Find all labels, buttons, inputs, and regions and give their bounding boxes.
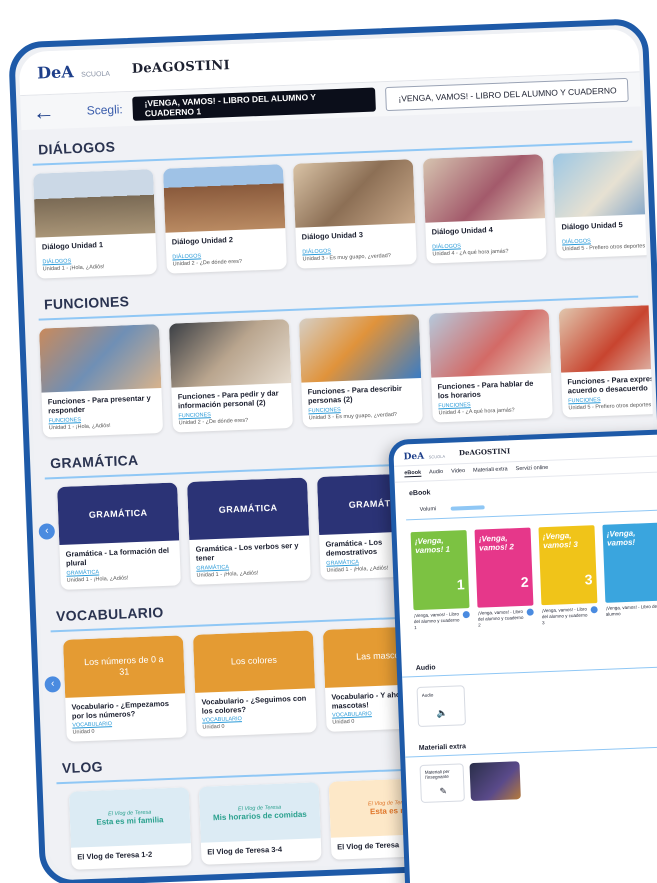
- video-thumbnail: [422, 154, 546, 223]
- book-cover-title: ¡Venga, vamos! 3: [542, 531, 579, 551]
- card-title: El Vlog de Teresa 3-4: [207, 844, 283, 857]
- menu-item-servizi-online[interactable]: Servizi online: [516, 465, 549, 473]
- video-thumbnail: [558, 304, 657, 373]
- audio-card-label: Audio: [421, 691, 434, 698]
- video-card[interactable]: Diálogo Unidad 3 DIÁLOGOS Unidad 3 - Es …: [292, 159, 417, 269]
- book-cover-title: ¡Venga, vamos!: [606, 528, 636, 548]
- extra-card[interactable]: Materiali per l'insegnante ✎: [419, 762, 465, 803]
- ebook-item[interactable]: ¡Venga, vamos! 3 3 ¡Venga, vamos! - Libr…: [538, 525, 598, 626]
- overlay-dea-logo[interactable]: DeA SCUOLA: [403, 444, 445, 464]
- audio-heading: Audio: [401, 646, 657, 678]
- audio-card[interactable]: Audio 🔈: [416, 684, 466, 727]
- video-thumbnail: [162, 164, 286, 233]
- secondary-screen: DeA SCUOLA DeAGOSTINI eBook Audio Video …: [388, 428, 657, 883]
- book-cover-title: ¡Venga, vamos! 1: [414, 535, 451, 556]
- video-card[interactable]: Diálogo Unidad 1 DIÁLOGOS Unidad 1 - ¡Ho…: [33, 169, 158, 279]
- vlog-episode-label: Esta es mi familia: [96, 814, 164, 827]
- chevron-left-icon[interactable]: ‹: [44, 675, 61, 693]
- book-caption: ¡Venga, vamos! - Libro del alumno y cuad…: [541, 603, 598, 626]
- video-thumbnail: [428, 309, 552, 378]
- extra-card-label: Materiali per l'insegnante: [424, 768, 450, 780]
- video-card[interactable]: Funciones - Para hablar de los horarios …: [428, 309, 553, 423]
- book-cover: ¡Venga, vamos!: [602, 522, 657, 603]
- vlog-thumbnail: El Vlog de Teresa Esta es mi familia: [68, 787, 191, 849]
- video-thumbnail: [33, 169, 156, 238]
- info-icon[interactable]: [462, 610, 470, 619]
- card-thumbnail-label: GRAMÁTICA: [57, 482, 180, 545]
- volumi-label: Volumi: [419, 506, 437, 513]
- section-dialogos: DIÁLOGOS Diálogo Unidad 1 DIÁLOGOS Unida…: [21, 106, 657, 285]
- book-cover-number: 1: [456, 576, 465, 593]
- dialogos-cards: Diálogo Unidad 1 DIÁLOGOS Unidad 1 - ¡Ho…: [33, 149, 657, 279]
- book-cover-title: ¡Venga, vamos! 2: [478, 533, 515, 553]
- logo-scuola-text: SCUOLA: [81, 70, 111, 79]
- select-label: Scegli:: [86, 102, 123, 118]
- video-card[interactable]: Los colores Vocabulario - ¿Seguimos con …: [192, 629, 317, 738]
- video-thumbnail: [39, 324, 162, 393]
- menu-item-video[interactable]: Video: [451, 468, 465, 476]
- dea-scuola-logo[interactable]: DeA SCUOLA: [37, 60, 110, 83]
- card-thumbnail-label: Los números de 0 a 31: [62, 634, 186, 698]
- video-card[interactable]: Funciones - Para pedir y dar información…: [168, 319, 294, 433]
- video-thumbnail: [298, 314, 422, 383]
- book-cover-number: 3: [584, 571, 593, 588]
- book-option[interactable]: ¡VENGA, VAMOS! - LIBRO DEL ALUMNO Y CUAD…: [384, 77, 629, 112]
- video-card[interactable]: Los números de 0 a 31 Vocabulario - ¿Emp…: [62, 634, 187, 743]
- ebook-item[interactable]: ¡Venga, vamos! 1 1 ¡Venga, vamos! - Libr…: [410, 530, 471, 631]
- overlay-deagostini-logo[interactable]: DeAGOSTINI: [459, 446, 511, 457]
- book-cover: ¡Venga, vamos! 1 1: [410, 530, 470, 611]
- video-card[interactable]: Funciones - Para describir personas (2) …: [298, 314, 423, 428]
- book-caption: ¡Venga, vamos! - Libro del alumno y cuad…: [478, 606, 535, 629]
- book-option-selected[interactable]: ¡VENGA, VAMOS! - LIBRO DEL ALUMNO Y CUAD…: [132, 87, 376, 121]
- video-card[interactable]: El Vlog de Teresa Mis horarios de comida…: [198, 782, 322, 866]
- video-card[interactable]: Diálogo Unidad 5 DIÁLOGOS Unidad 5 - Pre…: [552, 149, 657, 259]
- logo-dea-text: DeA: [403, 451, 425, 462]
- book-caption-text: ¡Venga, vamos! - Libro del alumno y cuad…: [541, 606, 588, 625]
- vlog-thumbnail: El Vlog de Teresa Mis horarios de comida…: [198, 782, 321, 844]
- funciones-cards: Funciones - Para presentar y responder F…: [39, 304, 657, 438]
- book-caption: ¡Venga, vamos! - Libro del alumno: [605, 601, 657, 618]
- card-thumbnail-label: Los colores: [192, 629, 316, 693]
- book-caption-text: ¡Venga, vamos! - Libro del alumno: [605, 603, 657, 617]
- vlog-episode-label: Mis horarios de comidas: [212, 809, 307, 823]
- video-card[interactable]: Diálogo Unidad 4 DIÁLOGOS Unidad 4 - ¿A …: [422, 154, 547, 264]
- book-cover: ¡Venga, vamos! 3 3: [538, 525, 598, 606]
- logo-dea-text: DeA: [36, 61, 74, 82]
- video-card[interactable]: GRAMÁTICA Gramática - La formación del p…: [57, 482, 181, 590]
- menu-item-audio[interactable]: Audio: [429, 469, 443, 477]
- section-funciones: FUNCIONES Funciones - Para presentar y r…: [27, 261, 657, 443]
- extra-image-card[interactable]: [469, 760, 521, 801]
- logo-scuola-text: SCUOLA: [428, 453, 446, 459]
- book-cover-number: 2: [520, 573, 529, 591]
- book-caption: ¡Venga, vamos! - Libro del alumno y cuad…: [414, 608, 471, 631]
- video-card[interactable]: Diálogo Unidad 2 DIÁLOGOS Unidad 2 - ¿De…: [162, 164, 287, 274]
- menu-item-materiali-extra[interactable]: Materiali extra: [473, 466, 508, 474]
- menu-item-ebook[interactable]: eBook: [404, 469, 422, 478]
- deagostini-logo[interactable]: DeAGOSTINI: [132, 58, 231, 77]
- info-icon[interactable]: [590, 606, 598, 614]
- volumi-toggle[interactable]: [450, 505, 485, 511]
- chevron-left-icon[interactable]: ‹: [38, 522, 56, 540]
- info-icon[interactable]: [526, 608, 534, 616]
- card-title: Funciones - Para expresar acuerdo o desa…: [567, 373, 657, 396]
- ebook-list: ¡Venga, vamos! 1 1 ¡Venga, vamos! - Libr…: [396, 510, 657, 631]
- arrow-left-icon[interactable]: ←: [32, 99, 60, 126]
- book-caption-text: ¡Venga, vamos! - Libro del alumno y cuad…: [413, 611, 460, 630]
- speaker-icon: 🔈: [436, 707, 448, 718]
- video-card[interactable]: El Vlog de Teresa Esta es mi familia El …: [68, 787, 192, 871]
- video-thumbnail: [552, 149, 657, 218]
- card-thumbnail-label: GRAMÁTICA: [187, 477, 310, 540]
- video-card[interactable]: Funciones - Para expresar acuerdo o desa…: [558, 304, 657, 418]
- video-card[interactable]: GRAMÁTICA Gramática - Los verbos ser y t…: [187, 477, 311, 585]
- extra-list: Materiali per l'insegnante ✎: [405, 746, 657, 811]
- ebook-item[interactable]: ¡Venga, vamos! ¡Venga, vamos! - Libro de…: [602, 522, 657, 624]
- ebook-item[interactable]: ¡Venga, vamos! 2 2 ¡Venga, vamos! - Libr…: [474, 527, 535, 629]
- video-thumbnail: [292, 159, 416, 228]
- video-thumbnail: [168, 319, 292, 388]
- video-card[interactable]: Funciones - Para presentar y responder F…: [39, 324, 164, 438]
- book-cover: ¡Venga, vamos! 2 2: [474, 527, 534, 608]
- pencil-icon: ✎: [439, 785, 448, 796]
- card-title: El Vlog de Teresa 1-2: [77, 849, 153, 862]
- book-caption-text: ¡Venga, vamos! - Libro del alumno y cuad…: [477, 608, 524, 628]
